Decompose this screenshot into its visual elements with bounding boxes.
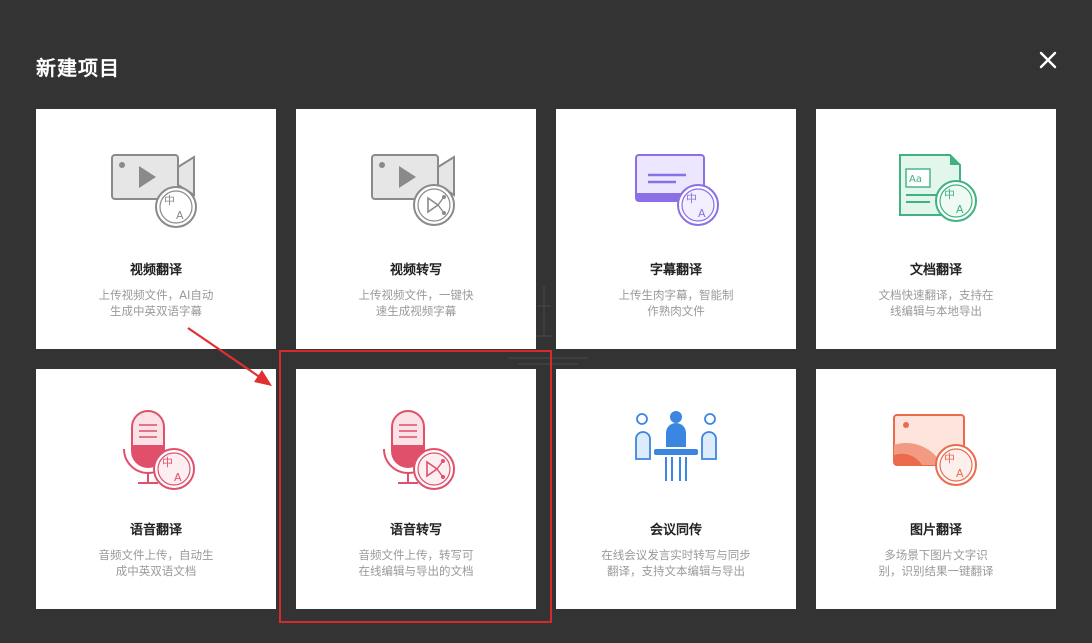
card-description: 多场景下图片文字识 别，识别结果一键翻译 [848, 547, 1024, 579]
card-description-line: 音频文件上传，自动生 [98, 548, 214, 562]
card-description: 文档快速翻译，支持在 线编辑与本地导出 [848, 287, 1024, 319]
card-description-line: 在线会议发言实时转写与同步 [601, 548, 751, 562]
card-description-line: 音频文件上传，转写可 [358, 548, 474, 562]
svg-text:Aa: Aa [909, 174, 922, 185]
card-description-line: 多场景下图片文字识 [884, 548, 988, 562]
card-title: 文档翻译 [909, 263, 962, 278]
card-title: 图片翻译 [909, 523, 962, 538]
card-title: 字幕翻译 [649, 263, 702, 278]
svg-text:A: A [174, 471, 182, 484]
image-translate-icon: 中 A [893, 414, 977, 486]
svg-text:中: 中 [162, 456, 173, 469]
video-transcribe-icon [371, 154, 455, 226]
meeting-interpret-icon [635, 411, 717, 481]
audio-transcribe-icon [383, 410, 455, 490]
document-translate-icon: Aa 中 A [899, 154, 977, 222]
card-subtitle-translate[interactable]: 中 A 字幕翻译 上传生肉字幕，智能制 作熟肉文件 [556, 109, 796, 349]
card-description: 上传生肉字幕，智能制 作熟肉文件 [588, 287, 764, 319]
card-description-line: 上传生肉字幕，智能制 [618, 288, 734, 302]
card-description-line: 上传视频文件，AI自动 [98, 288, 214, 302]
card-description-line: 上传视频文件，一键快 [358, 288, 474, 302]
card-description: 音频文件上传，自动生 成中英双语文档 [68, 547, 244, 579]
card-description-line: 线编辑与本地导出 [890, 304, 982, 318]
page-title: 新建项目 [36, 56, 120, 80]
card-title: 会议同传 [649, 523, 702, 538]
svg-text:A: A [176, 209, 184, 222]
card-audio-translate[interactable]: 中 A 语音翻译 音频文件上传，自动生 成中英双语文档 [36, 369, 276, 609]
close-icon[interactable] [1034, 46, 1062, 74]
card-description-line: 文档快速翻译，支持在 [878, 288, 994, 302]
card-meeting-interpret[interactable]: 会议同传 在线会议发言实时转写与同步 翻译，支持文本编辑与导出 [556, 369, 796, 609]
card-title: 视频翻译 [129, 263, 182, 278]
card-title: 语音转写 [389, 523, 442, 538]
card-description: 上传视频文件，AI自动 生成中英双语字幕 [68, 287, 244, 319]
card-description-line: 生成中英双语字幕 [110, 304, 202, 318]
subtitle-translate-icon: 中 A [635, 154, 719, 226]
svg-text:中: 中 [944, 452, 955, 465]
svg-text:A: A [956, 467, 964, 480]
svg-text:中: 中 [686, 192, 697, 205]
card-description-line: 别，识别结果一键翻译 [878, 564, 994, 578]
audio-translate-icon: 中 A [123, 410, 195, 490]
card-description: 在线会议发言实时转写与同步 翻译，支持文本编辑与导出 [588, 547, 764, 579]
svg-text:A: A [956, 203, 964, 216]
svg-text:中: 中 [164, 194, 175, 207]
card-image-translate[interactable]: 中 A 图片翻译 多场景下图片文字识 别，识别结果一键翻译 [816, 369, 1056, 609]
card-description-line: 速生成视频字幕 [375, 304, 457, 318]
svg-text:A: A [698, 207, 706, 220]
card-title: 语音翻译 [129, 523, 182, 538]
card-video-transcribe[interactable]: 视频转写 上传视频文件，一键快 速生成视频字幕 [296, 109, 536, 349]
svg-text:中: 中 [944, 188, 955, 201]
card-description-line: 作熟肉文件 [647, 304, 705, 318]
card-title: 视频转写 [389, 263, 442, 278]
card-description-line: 翻译，支持文本编辑与导出 [607, 564, 745, 578]
video-translate-icon: 中 A [111, 154, 197, 228]
card-description-line: 在线编辑与导出的文档 [358, 564, 474, 578]
card-description-line: 成中英双语文档 [115, 564, 197, 578]
card-description: 音频文件上传，转写可 在线编辑与导出的文档 [328, 547, 504, 579]
card-document-translate[interactable]: Aa 中 A 文档翻译 文档快速翻译，支持在 线编辑与本地导出 [816, 109, 1056, 349]
card-video-translate[interactable]: 中 A 视频翻译 上传视频文件，AI自动 生成中英双语字幕 [36, 109, 276, 349]
card-audio-transcribe[interactable]: 语音转写 音频文件上传，转写可 在线编辑与导出的文档 [296, 369, 536, 609]
card-description: 上传视频文件，一键快 速生成视频字幕 [328, 287, 504, 319]
